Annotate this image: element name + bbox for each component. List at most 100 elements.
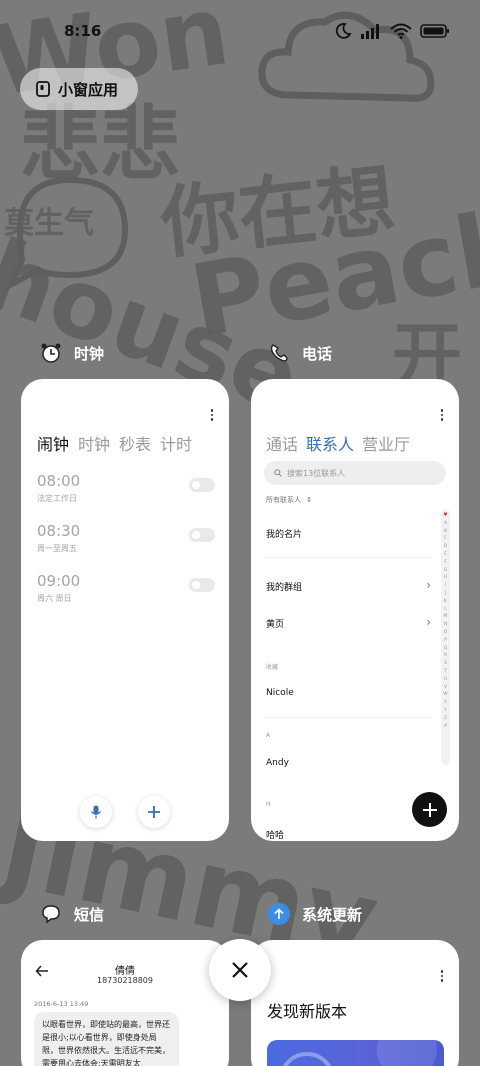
- battery-icon: [420, 24, 449, 38]
- system-update-app-icon: [268, 903, 290, 925]
- speech-bubble-icon: [4, 176, 129, 290]
- alarm-toggle[interactable]: [189, 478, 215, 492]
- index-letter[interactable]: L: [444, 606, 447, 614]
- index-letter[interactable]: X: [444, 699, 447, 707]
- alarm-item[interactable]: 09:00 周六 周日: [37, 572, 215, 604]
- alphabet-index[interactable]: ♥ A B C D E F G H I J K L M N O P Q R S T U V W X Y Z #: [441, 509, 450, 765]
- more-options-icon[interactable]: [210, 409, 214, 421]
- index-letter[interactable]: P: [444, 637, 447, 645]
- chevron-right-icon: ›: [426, 578, 431, 592]
- alarm-repeat: 周六 周日: [37, 594, 72, 603]
- index-letter[interactable]: U: [444, 676, 447, 684]
- index-letter[interactable]: F: [444, 559, 447, 567]
- alarm-toggle[interactable]: [189, 528, 215, 542]
- app-label-clock[interactable]: 时钟: [40, 342, 104, 364]
- tab-timer[interactable]: 计时: [160, 431, 192, 455]
- contact-filter-label: 所有联系人: [266, 496, 301, 504]
- index-letter[interactable]: I: [445, 582, 446, 590]
- sms-app-card[interactable]: 倩倩 18730218809 2016-6-13 13:49 以眼看世界，即使站…: [21, 940, 229, 1066]
- section-header-favorites: 收藏: [266, 664, 279, 671]
- index-letter[interactable]: #: [444, 723, 448, 731]
- add-contact-button[interactable]: [412, 792, 447, 827]
- index-letter[interactable]: Z: [444, 715, 447, 723]
- signal-icon: [361, 24, 379, 39]
- index-letter[interactable]: R: [444, 652, 447, 660]
- clock-app-card[interactable]: 闹钟 时钟 秒表 计时 08:00 法定工作日 08:30 周一至周五 09:0…: [21, 379, 229, 841]
- index-letter[interactable]: A: [444, 520, 447, 528]
- my-groups-row[interactable]: 我的群组 ›: [266, 578, 431, 593]
- system-update-app-card[interactable]: 发现新版本: [251, 940, 459, 1066]
- chevron-right-icon: ›: [426, 615, 431, 629]
- index-letter[interactable]: J: [445, 590, 446, 598]
- contact-search-input[interactable]: 搜索13位联系人: [264, 461, 446, 485]
- index-letter[interactable]: Y: [444, 707, 447, 715]
- divider: [266, 557, 431, 558]
- alarm-repeat: 法定工作日: [37, 494, 77, 503]
- alarm-repeat: 周一至周五: [37, 544, 77, 553]
- contact-row[interactable]: 哈哈: [266, 828, 431, 841]
- index-favorites-heart[interactable]: ♥: [443, 512, 447, 520]
- close-all-button[interactable]: [209, 939, 271, 1001]
- message-bubble[interactable]: 以眼看世界，即使站的最高，世界还是很小;以心看世界，即使身处局限，世界依然很大。…: [34, 1012, 179, 1066]
- tab-service-hall[interactable]: 营业厅: [362, 431, 410, 455]
- alarm-time: 08:00: [37, 472, 81, 490]
- index-letter[interactable]: N: [444, 621, 447, 629]
- search-placeholder: 搜索13位联系人: [287, 468, 346, 478]
- index-letter[interactable]: V: [444, 684, 447, 692]
- tab-contacts[interactable]: 联系人: [306, 431, 354, 455]
- index-letter[interactable]: E: [444, 551, 447, 559]
- search-icon: [274, 469, 282, 477]
- sms-app-icon: [40, 903, 62, 925]
- alarm-toggle[interactable]: [189, 578, 215, 592]
- index-letter[interactable]: G: [444, 567, 448, 575]
- index-letter[interactable]: K: [444, 598, 447, 606]
- my-card-row[interactable]: 我的名片: [266, 527, 431, 540]
- alarm-time: 08:30: [37, 522, 81, 540]
- contact-name: 哈哈: [266, 831, 285, 841]
- update-title: 发现新版本: [267, 1002, 348, 1021]
- phone-tabs: 通话 联系人 营业厅: [266, 431, 410, 455]
- small-window-apps-button[interactable]: 小窗应用: [20, 68, 138, 110]
- yellow-pages-label: 黄页: [266, 620, 285, 630]
- index-letter[interactable]: M: [444, 613, 448, 621]
- index-letter[interactable]: C: [444, 535, 447, 543]
- index-letter[interactable]: S: [444, 660, 447, 668]
- contact-row[interactable]: Andy: [266, 758, 431, 768]
- yellow-pages-row[interactable]: 黄页 ›: [266, 615, 431, 630]
- wifi-icon: [390, 23, 412, 39]
- plus-icon: [148, 806, 160, 818]
- status-time: 8:16: [64, 22, 102, 40]
- message-date: 2016-6-13 13:49: [34, 1000, 89, 1008]
- moon-icon: [335, 23, 352, 39]
- alarm-item[interactable]: 08:00 法定工作日: [37, 472, 215, 504]
- more-options-icon[interactable]: [440, 970, 444, 982]
- index-letter[interactable]: H: [444, 574, 447, 582]
- my-groups-label: 我的群组: [266, 583, 303, 593]
- index-letter[interactable]: O: [444, 629, 448, 637]
- index-letter[interactable]: D: [444, 543, 447, 551]
- tab-alarm[interactable]: 闹钟: [37, 431, 69, 455]
- conversation-contact-number: 18730218809: [97, 976, 153, 985]
- index-letter[interactable]: T: [444, 668, 447, 676]
- contact-filter[interactable]: 所有联系人 ⇕: [266, 495, 312, 505]
- app-label-sms[interactable]: 短信: [40, 903, 104, 925]
- update-banner: [267, 1040, 444, 1066]
- tab-stopwatch[interactable]: 秒表: [119, 431, 151, 455]
- phone-app-card[interactable]: 通话 联系人 营业厅 搜索13位联系人 所有联系人 ⇕ 我的名片 我的群组 › …: [251, 379, 459, 841]
- app-label-system-update[interactable]: 系统更新: [268, 903, 362, 925]
- more-options-icon[interactable]: [440, 409, 444, 421]
- add-alarm-button[interactable]: [138, 796, 170, 828]
- close-icon: [232, 962, 248, 978]
- index-letter[interactable]: W: [443, 691, 447, 699]
- status-bar: 8:16: [0, 0, 480, 62]
- alarm-item[interactable]: 08:30 周一至周五: [37, 522, 215, 554]
- index-letter[interactable]: Q: [444, 645, 448, 653]
- tab-clock[interactable]: 时钟: [78, 431, 110, 455]
- voice-button[interactable]: [80, 796, 112, 828]
- index-letter[interactable]: B: [444, 528, 447, 536]
- alarm-time: 09:00: [37, 572, 81, 590]
- contact-row[interactable]: Nicole: [266, 688, 431, 698]
- clock-tabs: 闹钟 时钟 秒表 计时: [37, 431, 192, 455]
- app-label-phone[interactable]: 电话: [268, 342, 332, 364]
- tab-calls[interactable]: 通话: [266, 431, 298, 455]
